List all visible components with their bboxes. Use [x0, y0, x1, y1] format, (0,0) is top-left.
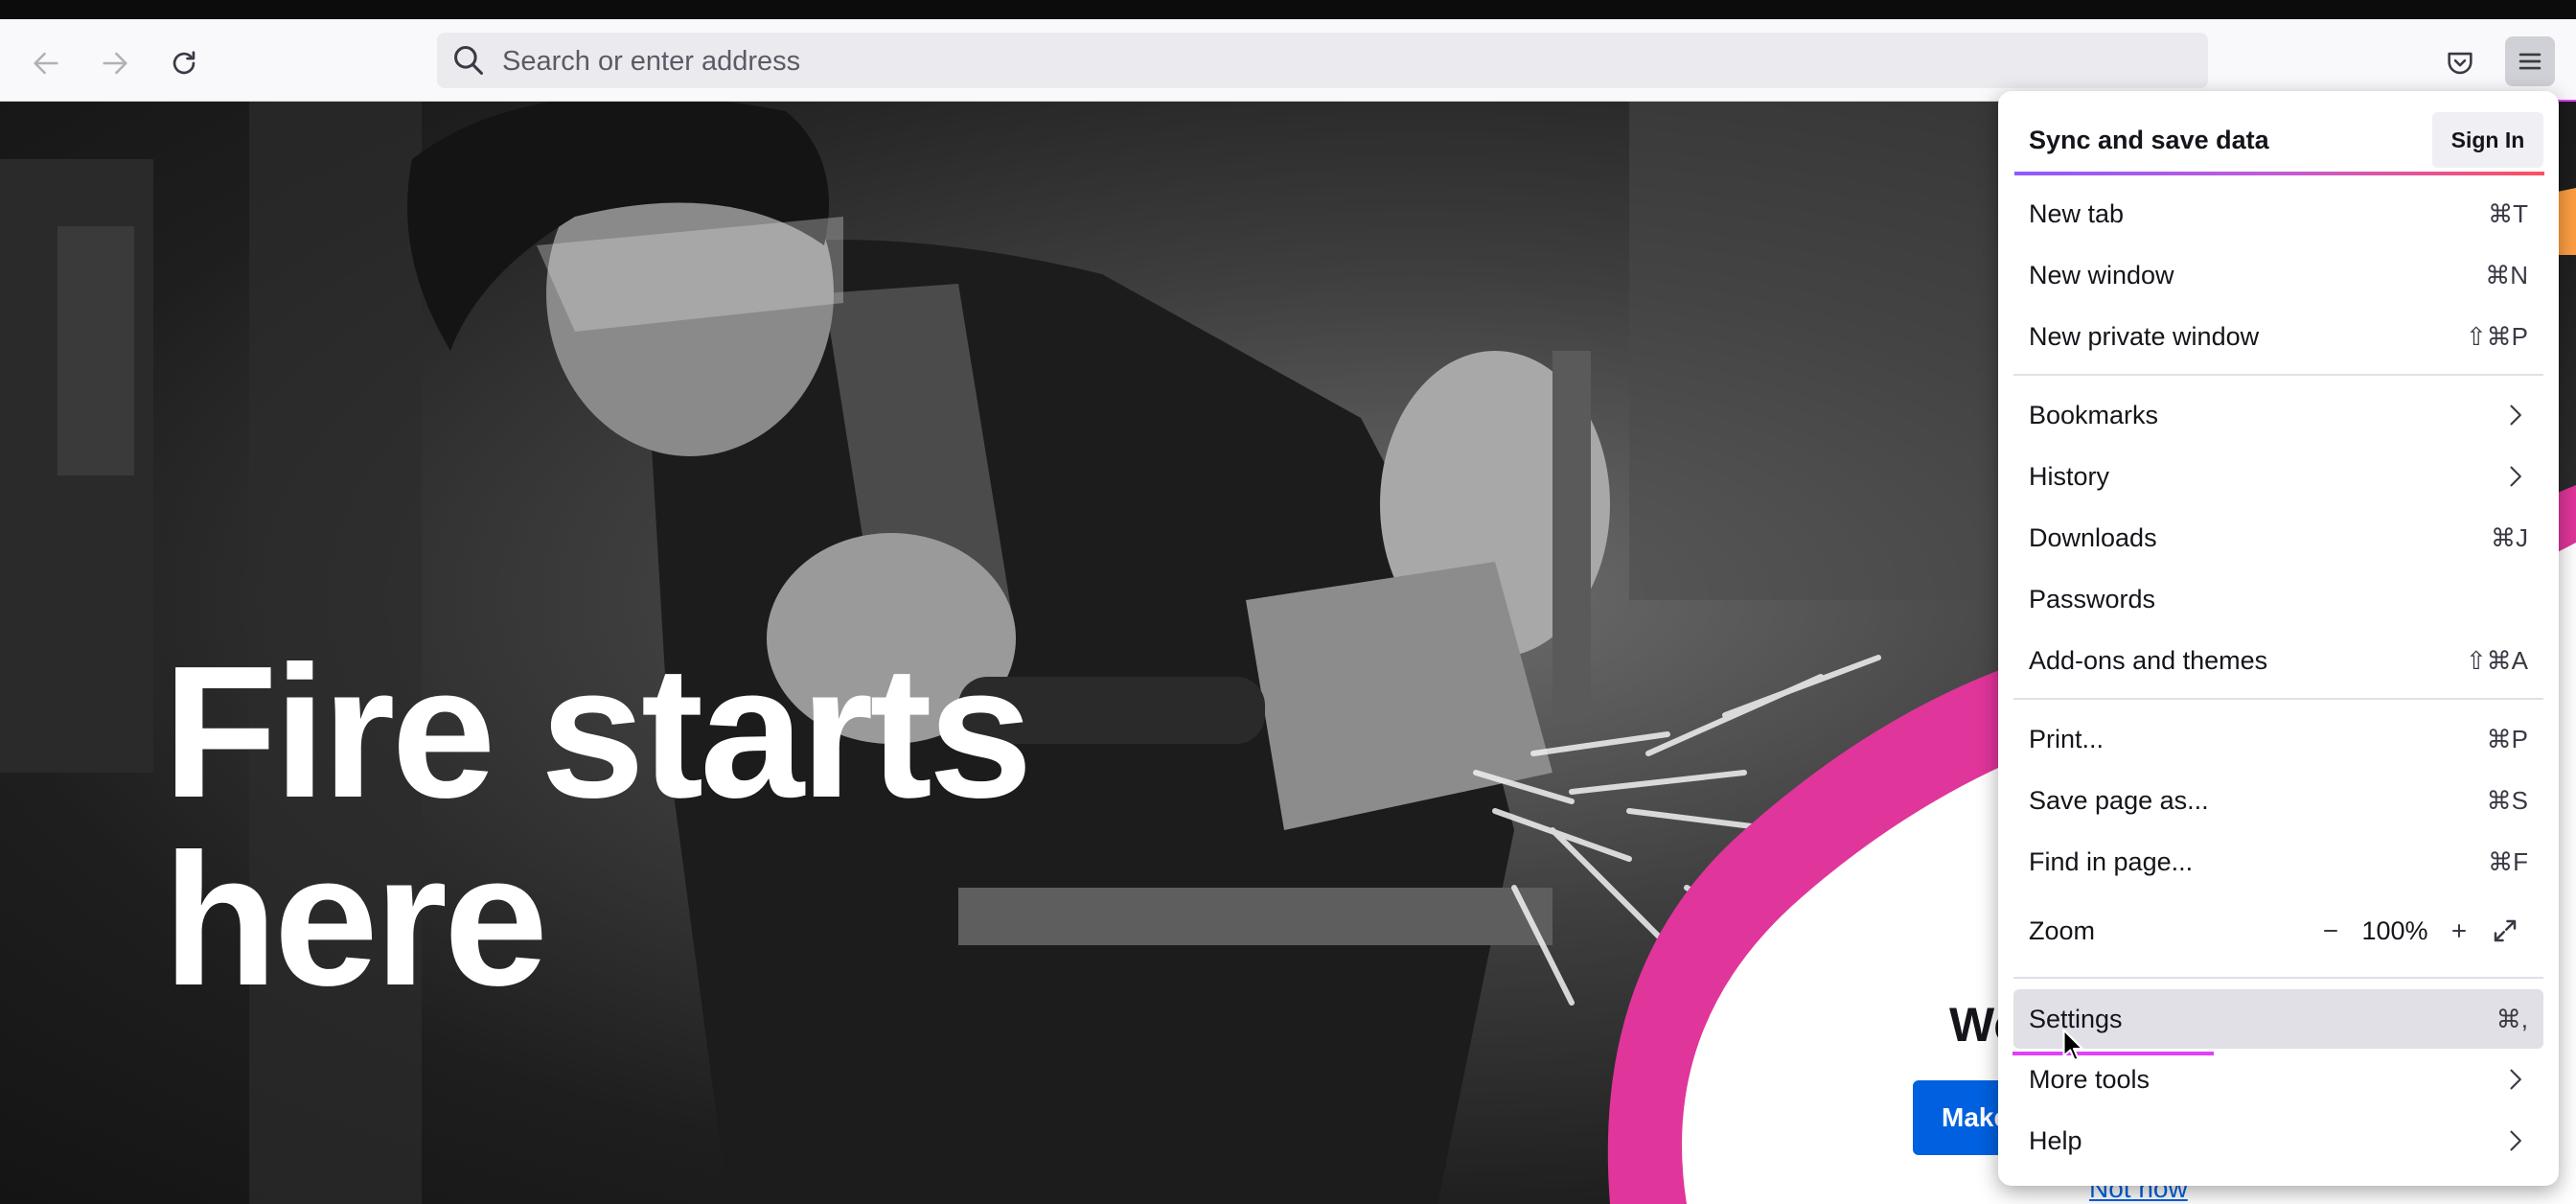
menu-item-label: Save page as...: [2029, 785, 2209, 815]
menu-item-shortcut: ⌘S: [2486, 785, 2528, 815]
plus-icon: [2452, 924, 2466, 938]
sync-gradient-divider: [2014, 172, 2544, 175]
menu-item-label: New window: [2029, 260, 2174, 289]
zoom-out-button[interactable]: [2308, 908, 2354, 954]
chevron-right-icon: [2510, 405, 2521, 426]
menu-item-shortcut: ⌘P: [2486, 724, 2528, 753]
menu-item-new-window[interactable]: New window ⌘N: [2013, 246, 2543, 304]
pocket-icon: [2448, 52, 2472, 75]
pocket-button[interactable]: [2437, 40, 2483, 86]
menu-item-shortcut: ⇧⌘P: [2465, 321, 2528, 351]
minus-icon: [2324, 930, 2337, 932]
menu-item-label: Downloads: [2029, 522, 2157, 552]
hamburger-menu-icon: [2518, 53, 2542, 70]
fullscreen-button[interactable]: [2482, 908, 2528, 954]
fullscreen-icon: [2494, 919, 2517, 942]
menu-item-shortcut: ⌘F: [2488, 846, 2528, 876]
chevron-right-icon: [2510, 466, 2521, 487]
menu-item-shortcut: ⌘T: [2488, 198, 2528, 228]
back-button[interactable]: [23, 40, 69, 86]
app-menu-panel: Sync and save data Sign In New tab ⌘T Ne…: [1998, 91, 2559, 1186]
sync-row: Sync and save data Sign In: [2013, 106, 2543, 174]
menu-separator: [2013, 698, 2543, 700]
sync-title: Sync and save data: [2029, 125, 2269, 154]
menu-item-label: Add-ons and themes: [2029, 645, 2268, 675]
menu-item-label: History: [2029, 461, 2110, 491]
arrow-left-icon: [34, 52, 58, 75]
address-input[interactable]: [500, 33, 2133, 90]
menu-item-label: New private window: [2029, 321, 2260, 351]
menu-item-save-page-as[interactable]: Save page as... ⌘S: [2013, 772, 2543, 829]
menu-item-label: Passwords: [2029, 584, 2156, 614]
menu-separator: [2013, 374, 2543, 376]
menu-item-more-tools[interactable]: More tools: [2013, 1051, 2543, 1108]
menu-item-zoom: Zoom 100%: [2013, 902, 2543, 960]
reload-button[interactable]: [161, 40, 207, 86]
mouse-cursor-icon: [2062, 1029, 2084, 1062]
hero-headline: Fire starts here: [163, 638, 1121, 1014]
menu-separator: [2013, 977, 2543, 979]
menu-item-downloads[interactable]: Downloads ⌘J: [2013, 509, 2543, 567]
forward-button[interactable]: [92, 40, 138, 86]
menu-item-passwords[interactable]: Passwords: [2013, 570, 2543, 628]
settings-highlight-underline: [2012, 1052, 2214, 1055]
menu-item-label: Print...: [2029, 724, 2104, 753]
menu-item-label: Find in page...: [2029, 846, 2194, 876]
menu-item-help[interactable]: Help: [2013, 1112, 2543, 1169]
chevron-right-icon: [2510, 1130, 2521, 1151]
headline-line-2: here: [163, 815, 548, 1025]
menu-item-label: Bookmarks: [2029, 400, 2159, 429]
menu-item-shortcut: ⌘J: [2491, 522, 2528, 552]
zoom-in-button[interactable]: [2436, 908, 2482, 954]
menu-item-label: More tools: [2029, 1064, 2150, 1094]
window-top-edge: [0, 0, 2576, 19]
headline-line-1: Fire starts: [163, 627, 1033, 837]
menu-item-shortcut: ⌘N: [2485, 260, 2528, 289]
menu-item-shortcut: ⌘,: [2496, 1004, 2528, 1033]
zoom-controls: 100%: [2308, 908, 2528, 954]
menu-item-print[interactable]: Print... ⌘P: [2013, 710, 2543, 768]
menu-item-new-private-window[interactable]: New private window ⇧⌘P: [2013, 308, 2543, 365]
browser-toolbar: [0, 19, 2576, 102]
search-icon: [454, 46, 483, 75]
menu-item-new-tab[interactable]: New tab ⌘T: [2013, 185, 2543, 243]
chevron-right-icon: [2510, 1069, 2521, 1090]
address-bar[interactable]: [437, 33, 2208, 90]
menu-item-label: Help: [2029, 1125, 2082, 1155]
zoom-reset-button[interactable]: 100%: [2354, 916, 2436, 946]
sign-in-button[interactable]: Sign In: [2432, 112, 2543, 168]
reload-icon: [172, 51, 196, 75]
app-menu-button[interactable]: [2505, 36, 2555, 86]
arrow-right-icon: [103, 52, 127, 75]
menu-item-settings[interactable]: Settings ⌘,: [2013, 989, 2543, 1049]
menu-item-history[interactable]: History: [2013, 448, 2543, 505]
menu-item-find-in-page[interactable]: Find in page... ⌘F: [2013, 833, 2543, 891]
menu-item-label: New tab: [2029, 198, 2125, 228]
menu-item-shortcut: ⇧⌘A: [2465, 645, 2528, 675]
menu-item-addons-themes[interactable]: Add-ons and themes ⇧⌘A: [2013, 632, 2543, 689]
zoom-label: Zoom: [2029, 915, 2096, 945]
menu-item-bookmarks[interactable]: Bookmarks: [2013, 386, 2543, 444]
